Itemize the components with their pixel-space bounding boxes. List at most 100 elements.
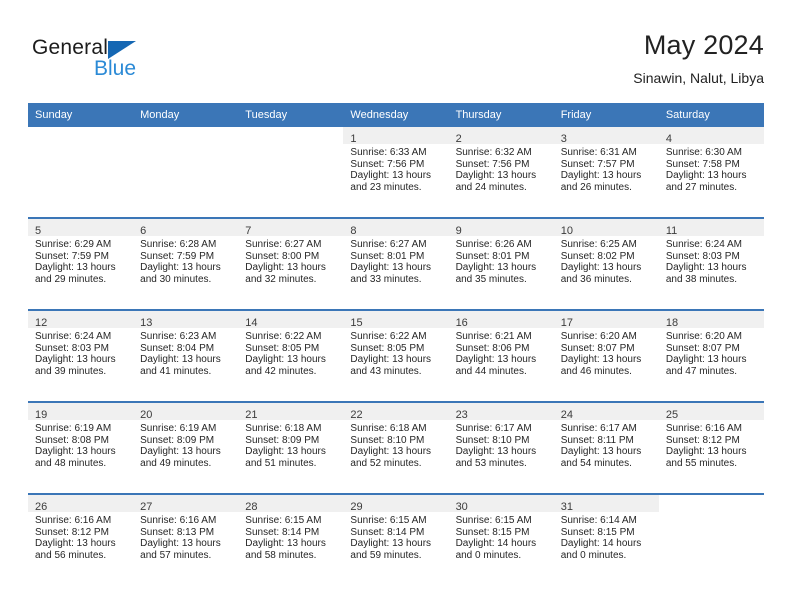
daylight-text-line2: and 32 minutes. xyxy=(245,273,317,285)
daylight-text-line2: and 48 minutes. xyxy=(35,457,107,469)
day-details: Sunrise: 6:30 AM Sunset: 7:58 PM Daylight:… xyxy=(659,144,764,193)
day-number-band: 7 xyxy=(238,219,344,237)
calendar-day-cell[interactable]: 30 Sunrise: 6:15 AM Sunset: 8:15 PM Dayligh… xyxy=(448,493,554,585)
day-number: 11 xyxy=(665,225,678,237)
calendar-day-cell[interactable]: 8 Sunrise: 6:27 AM Sunset: 8:01 PM Daylight… xyxy=(343,217,449,310)
sunrise-text: Sunrise: 6:18 AM xyxy=(245,423,322,434)
daylight-text-line2: and 27 minutes. xyxy=(665,181,738,193)
daylight-text-line2: and 53 minutes. xyxy=(455,457,527,469)
day-number-band: 15 xyxy=(343,311,449,329)
daylight-text-line1: Daylight: 13 hours xyxy=(560,262,642,274)
day-cell-content: 8 Sunrise: 6:27 AM Sunset: 8:01 PM Daylight… xyxy=(343,219,449,307)
daylight-text-line2: and 47 minutes. xyxy=(665,365,738,377)
day-details: Sunrise: 6:32 AM Sunset: 7:56 PM Daylight:… xyxy=(449,144,554,193)
sunset-text: Sunset: 8:05 PM xyxy=(245,342,320,354)
daylight-text-line2: and 43 minutes. xyxy=(350,365,422,377)
calendar-day-cell[interactable]: 9 Sunrise: 6:26 AM Sunset: 8:01 PM Daylight… xyxy=(448,217,554,310)
day-details: Sunrise: 6:15 AM Sunset: 8:14 PM Daylight:… xyxy=(238,512,343,561)
day-cell-content: 23 Sunrise: 6:17 AM Sunset: 8:10 PM Dayligh… xyxy=(448,403,554,491)
day-number: 12 xyxy=(35,317,48,329)
daylight-text-line1: Daylight: 13 hours xyxy=(140,354,221,366)
sunset-text: Sunset: 8:03 PM xyxy=(665,250,740,262)
day-number: 8 xyxy=(350,225,357,237)
day-cell-content: 29 Sunrise: 6:15 AM Sunset: 8:14 PM Dayligh… xyxy=(343,495,449,583)
calendar-day-cell[interactable]: 1 Sunrise: 6:33 AM Sunset: 7:56 PM Daylight… xyxy=(343,127,449,218)
day-details: Sunrise: 6:18 AM Sunset: 8:09 PM Daylight:… xyxy=(238,420,343,469)
sunset-text: Sunset: 8:14 PM xyxy=(350,526,425,538)
daylight-text-line1: Daylight: 13 hours xyxy=(35,446,116,458)
calendar-body: 1 Sunrise: 6:33 AM Sunset: 7:56 PM Daylight… xyxy=(28,127,764,585)
day-details: Sunrise: 6:19 AM Sunset: 8:09 PM Daylight:… xyxy=(133,420,238,469)
sunrise-text: Sunrise: 6:16 AM xyxy=(665,423,742,434)
calendar-day-cell[interactable]: 24 Sunrise: 6:17 AM Sunset: 8:11 PM Dayligh… xyxy=(553,401,659,494)
calendar-day-cell[interactable]: 3 Sunrise: 6:31 AM Sunset: 7:57 PM Daylight… xyxy=(553,127,659,218)
calendar-day-cell[interactable]: 6 Sunrise: 6:28 AM Sunset: 7:59 PM Daylight… xyxy=(133,217,239,310)
day-number-band: 8 xyxy=(343,219,449,237)
day-cell-content: 7 Sunrise: 6:27 AM Sunset: 8:00 PM Daylight… xyxy=(238,219,344,307)
calendar-day-cell[interactable]: 21 Sunrise: 6:18 AM Sunset: 8:09 PM Dayligh… xyxy=(238,401,344,494)
day-details: Sunrise: 6:15 AM Sunset: 8:15 PM Daylight:… xyxy=(449,512,554,561)
daylight-text-line1: Daylight: 13 hours xyxy=(350,446,432,458)
calendar-week-row: 12 Sunrise: 6:24 AM Sunset: 8:03 PM Dayligh… xyxy=(28,309,764,402)
calendar-day-cell[interactable]: 10 Sunrise: 6:25 AM Sunset: 8:02 PM Dayligh… xyxy=(553,217,659,310)
sunrise-text: Sunrise: 6:15 AM xyxy=(455,515,532,526)
calendar-day-cell[interactable]: 20 Sunrise: 6:19 AM Sunset: 8:09 PM Dayligh… xyxy=(133,401,239,494)
general-blue-logo[interactable]: General Blue xyxy=(32,36,262,96)
day-number-band: 20 xyxy=(133,403,239,421)
sunset-text: Sunset: 8:07 PM xyxy=(665,342,740,354)
calendar-day-cell[interactable]: 11 Sunrise: 6:24 AM Sunset: 8:03 PM Dayligh… xyxy=(658,217,764,310)
calendar-day-cell[interactable]: 15 Sunrise: 6:22 AM Sunset: 8:05 PM Dayligh… xyxy=(343,309,449,402)
sunset-text: Sunset: 7:56 PM xyxy=(350,158,425,170)
calendar-day-cell[interactable]: 4 Sunrise: 6:30 AM Sunset: 7:58 PM Daylight… xyxy=(658,127,764,218)
day-number-band: 28 xyxy=(238,495,344,513)
day-number-band: 13 xyxy=(133,311,239,329)
calendar-day-cell[interactable]: 27 Sunrise: 6:16 AM Sunset: 8:13 PM Dayligh… xyxy=(133,493,239,585)
calendar-day-cell[interactable]: 13 Sunrise: 6:23 AM Sunset: 8:04 PM Dayligh… xyxy=(133,309,239,402)
daylight-text-line2: and 0 minutes. xyxy=(455,549,522,561)
sunrise-text: Sunrise: 6:21 AM xyxy=(455,331,532,342)
daylight-text-line2: and 39 minutes. xyxy=(35,365,107,377)
calendar-day-cell[interactable]: 16 Sunrise: 6:21 AM Sunset: 8:06 PM Dayligh… xyxy=(448,309,554,402)
calendar-day-cell[interactable]: 17 Sunrise: 6:20 AM Sunset: 8:07 PM Dayligh… xyxy=(553,309,659,402)
sunrise-text: Sunrise: 6:16 AM xyxy=(140,515,217,526)
empty-placeholder xyxy=(238,127,343,215)
calendar-day-cell[interactable]: 12 Sunrise: 6:24 AM Sunset: 8:03 PM Dayligh… xyxy=(28,309,134,402)
sunrise-text: Sunrise: 6:20 AM xyxy=(665,331,742,342)
calendar-day-cell[interactable]: 7 Sunrise: 6:27 AM Sunset: 8:00 PM Daylight… xyxy=(238,217,344,310)
calendar-day-cell[interactable]: 29 Sunrise: 6:15 AM Sunset: 8:14 PM Dayligh… xyxy=(343,493,449,585)
sunset-text: Sunset: 8:10 PM xyxy=(455,434,530,446)
sunrise-text: Sunrise: 6:30 AM xyxy=(665,147,742,158)
day-number-band: 30 xyxy=(448,495,554,513)
day-number-band: 29 xyxy=(343,495,449,513)
calendar-day-cell[interactable]: 28 Sunrise: 6:15 AM Sunset: 8:14 PM Dayligh… xyxy=(238,493,344,585)
calendar-day-cell[interactable]: 18 Sunrise: 6:20 AM Sunset: 8:07 PM Dayligh… xyxy=(658,309,764,402)
calendar-day-cell[interactable]: 19 Sunrise: 6:19 AM Sunset: 8:08 PM Dayligh… xyxy=(28,401,134,494)
calendar-day-cell[interactable]: 22 Sunrise: 6:18 AM Sunset: 8:10 PM Dayligh… xyxy=(343,401,449,494)
sunset-text: Sunset: 8:03 PM xyxy=(35,342,109,354)
day-number: 17 xyxy=(560,317,573,329)
day-cell-content: 26 Sunrise: 6:16 AM Sunset: 8:12 PM Dayligh… xyxy=(28,495,134,583)
day-number-band: 19 xyxy=(28,403,134,421)
empty-placeholder xyxy=(28,127,133,215)
daylight-text-line2: and 35 minutes. xyxy=(455,273,527,285)
sunrise-text: Sunrise: 6:22 AM xyxy=(350,331,427,342)
sunset-text: Sunset: 8:10 PM xyxy=(350,434,425,446)
sunset-text: Sunset: 7:59 PM xyxy=(140,250,215,262)
calendar-day-cell[interactable]: 23 Sunrise: 6:17 AM Sunset: 8:10 PM Dayligh… xyxy=(448,401,554,494)
weekday-header-sunday: Sunday xyxy=(28,103,134,127)
calendar-day-cell[interactable]: 25 Sunrise: 6:16 AM Sunset: 8:12 PM Dayligh… xyxy=(658,401,764,494)
day-cell-content: 15 Sunrise: 6:22 AM Sunset: 8:05 PM Dayligh… xyxy=(343,311,449,399)
calendar-day-cell[interactable]: 5 Sunrise: 6:29 AM Sunset: 7:59 PM Daylight… xyxy=(28,217,134,310)
calendar-page: General Blue May 2024 Sinawin, Nalut, Li… xyxy=(0,0,792,612)
daylight-text-line2: and 42 minutes. xyxy=(245,365,317,377)
daylight-text-line1: Daylight: 13 hours xyxy=(140,446,221,458)
day-number: 22 xyxy=(350,409,363,421)
calendar-day-cell[interactable]: 26 Sunrise: 6:16 AM Sunset: 8:12 PM Dayligh… xyxy=(28,493,134,585)
calendar-day-cell[interactable]: 2 Sunrise: 6:32 AM Sunset: 7:56 PM Daylight… xyxy=(448,127,554,218)
day-number: 7 xyxy=(245,225,252,237)
calendar-day-cell[interactable]: 31 Sunrise: 6:14 AM Sunset: 8:15 PM Dayligh… xyxy=(553,493,659,585)
calendar-day-cell[interactable]: 14 Sunrise: 6:22 AM Sunset: 8:05 PM Dayligh… xyxy=(238,309,344,402)
day-details: Sunrise: 6:20 AM Sunset: 8:07 PM Daylight:… xyxy=(659,328,764,377)
empty-placeholder xyxy=(133,127,238,215)
daylight-text-line2: and 0 minutes. xyxy=(560,549,627,561)
